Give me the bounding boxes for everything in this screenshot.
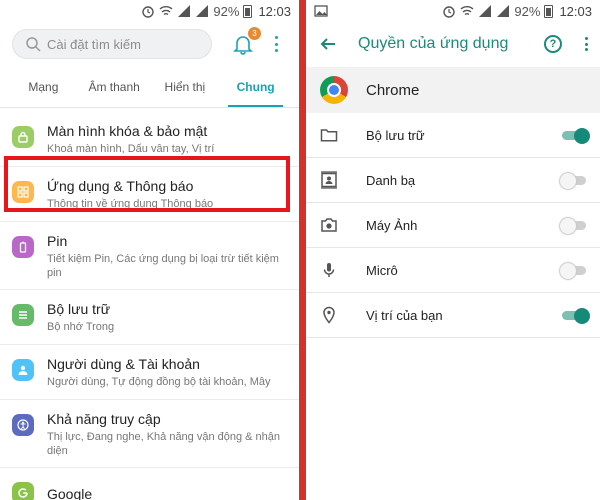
location-pin-icon — [323, 306, 335, 324]
notification-badge: 3 — [248, 27, 261, 40]
apps-grid-icon — [12, 181, 34, 203]
battery-percent: 92% — [514, 3, 541, 19]
setting-users-accounts[interactable]: Người dùng & Tài khoản Người dùng, Tự độ… — [0, 345, 299, 400]
permission-label: Micrô — [366, 262, 398, 278]
status-bar: 92% 12:03 — [0, 0, 299, 22]
google-icon — [12, 482, 34, 500]
clock: 12:03 — [559, 3, 592, 19]
settings-screen: 92% 12:03 Cài đặt tìm kiếm 3 Mạng Âm tha… — [0, 0, 299, 500]
wifi-icon — [460, 6, 474, 16]
signal-icon — [178, 5, 191, 17]
search-placeholder: Cài đặt tìm kiếm — [47, 36, 141, 52]
wifi-icon — [159, 6, 173, 16]
setting-subtitle: Thông tin về ứng dụng Thông báo — [47, 198, 214, 210]
tab-chung[interactable]: Chung — [220, 66, 291, 107]
clock: 12:03 — [258, 3, 291, 19]
app-header: Chrome — [306, 67, 600, 113]
pane-divider — [299, 0, 306, 500]
permission-toggle[interactable] — [560, 217, 588, 234]
setting-title: Pin — [47, 233, 68, 249]
permission-row-camera[interactable]: Máy Ảnh — [306, 203, 600, 248]
setting-title: Ứng dụng & Thông báo — [47, 178, 194, 194]
page-title: Quyền của ứng dụng — [358, 35, 509, 52]
permission-toggle[interactable] — [560, 127, 590, 144]
permission-label: Bộ lưu trữ — [366, 127, 425, 143]
permission-toggle[interactable] — [560, 172, 588, 189]
setting-title: Khả năng truy cập — [47, 411, 161, 427]
image-icon — [314, 5, 328, 17]
camera-icon — [321, 218, 337, 232]
permission-row-microphone[interactable]: Micrô — [306, 248, 600, 293]
contacts-icon — [321, 171, 337, 189]
app-name: Chrome — [366, 81, 420, 99]
permission-label: Máy Ảnh — [366, 217, 418, 233]
setting-title: Màn hình khóa & bảo mật — [47, 123, 208, 139]
help-icon[interactable]: ? — [544, 35, 562, 53]
lock-icon — [12, 126, 34, 148]
setting-accessibility[interactable]: Khả năng truy cập Thị lực, Đang nghe, Kh… — [0, 400, 299, 468]
notifications-button[interactable]: 3 — [232, 27, 261, 55]
permission-toggle[interactable] — [560, 307, 590, 324]
setting-apps-notifications[interactable]: Ứng dụng & Thông báo Thông tin về ứng dụ… — [0, 167, 299, 222]
permission-row-location[interactable]: Vị trí của bạn — [306, 293, 600, 338]
battery-icon — [544, 4, 554, 18]
setting-title: Google — [47, 486, 93, 500]
settings-list: Màn hình khóa & bảo mật Khoá màn hình, D… — [0, 108, 299, 500]
setting-subtitle: Tiết kiệm Pin, Các ứng dụng bị loại trừ … — [47, 253, 279, 279]
battery-percent: 92% — [213, 3, 240, 19]
search-input[interactable]: Cài đặt tìm kiếm — [12, 29, 212, 59]
battery-icon — [243, 4, 253, 18]
setting-storage[interactable]: Bộ lưu trữ Bộ nhớ Trong — [0, 290, 299, 345]
permission-label: Vị trí của bạn — [366, 307, 443, 323]
permission-toggle[interactable] — [560, 262, 588, 279]
status-bar: 92% 12:03 — [306, 0, 600, 22]
search-icon — [26, 37, 41, 52]
accessibility-icon — [12, 414, 34, 436]
setting-subtitle: Bộ nhớ Trong — [47, 321, 115, 333]
permission-row-contacts[interactable]: Danh bạ — [306, 158, 600, 203]
tab-hien-thi[interactable]: Hiển thị — [150, 66, 221, 107]
signal-icon-2 — [497, 5, 510, 17]
microphone-icon — [323, 263, 335, 277]
setting-lock-security[interactable]: Màn hình khóa & bảo mật Khoá màn hình, D… — [0, 112, 299, 167]
signal-icon-2 — [196, 5, 209, 17]
setting-title: Bộ lưu trữ — [47, 301, 111, 317]
setting-subtitle: Khoá màn hình, Dấu vân tay, Vị trí — [47, 143, 215, 155]
alarm-icon — [142, 6, 155, 18]
permission-label: Danh bạ — [366, 172, 416, 188]
setting-title: Người dùng & Tài khoản — [47, 356, 200, 372]
alarm-icon — [443, 6, 456, 18]
user-icon — [12, 359, 34, 381]
battery-icon — [12, 236, 34, 258]
tab-mang[interactable]: Mạng — [8, 66, 79, 107]
signal-icon — [479, 5, 492, 17]
search-row: Cài đặt tìm kiếm 3 — [0, 22, 299, 66]
storage-icon — [12, 304, 34, 326]
setting-subtitle: Thị lực, Đang nghe, Khả năng vận động & … — [47, 431, 281, 457]
overflow-menu-button[interactable] — [274, 36, 278, 52]
category-tabs: Mạng Âm thanh Hiển thị Chung — [0, 66, 299, 108]
tab-am-thanh[interactable]: Âm thanh — [79, 66, 150, 107]
permission-row-storage[interactable]: Bộ lưu trữ — [306, 113, 600, 158]
folder-icon — [320, 129, 338, 142]
setting-battery[interactable]: Pin Tiết kiệm Pin, Các ứng dụng bị loại … — [0, 222, 299, 290]
app-permissions-screen: 92% 12:03 Quyền của ứng dụng ? Chrome Bộ… — [306, 0, 600, 500]
chrome-icon — [320, 76, 348, 104]
app-bar: Quyền của ứng dụng ? — [306, 22, 600, 66]
setting-google[interactable]: Google — [0, 468, 299, 500]
setting-subtitle: Người dùng, Tự động đồng bộ tài khoản, M… — [47, 376, 271, 388]
back-arrow-icon[interactable] — [318, 34, 338, 54]
overflow-menu-button[interactable] — [584, 37, 588, 51]
